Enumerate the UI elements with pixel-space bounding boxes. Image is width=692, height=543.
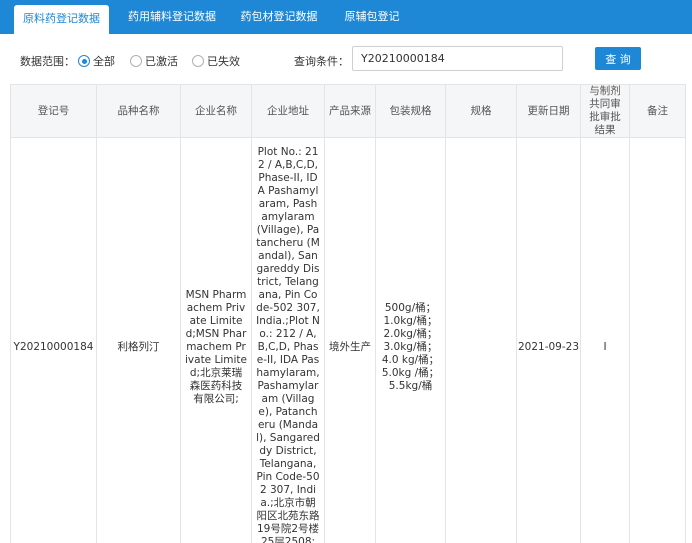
cell-name: 利格列汀 bbox=[96, 137, 181, 543]
tab-bar: 原料药登记数据 药用辅料登记数据 药包材登记数据 原辅包登记 bbox=[0, 0, 692, 34]
radio-expired[interactable]: 已失效 bbox=[192, 53, 240, 69]
scope-label: 数据范围： bbox=[20, 55, 75, 68]
cell-source: 境外生产 bbox=[324, 137, 376, 543]
radio-active-label: 已激活 bbox=[145, 55, 178, 68]
cell-address: Plot No.: 212 / A,B,C,D, Phase-II, IDA P… bbox=[251, 137, 325, 543]
table-header-row: 登记号 品种名称 企业名称 企业地址 产品来源 包装规格 规格 更新日期 与制剂… bbox=[10, 84, 686, 138]
radio-active[interactable]: 已激活 bbox=[130, 53, 178, 69]
header-spec: 规格 bbox=[445, 84, 517, 138]
cell-company: MSN Pharmachem Private Limited;MSN Pharm… bbox=[180, 137, 252, 543]
header-company: 企业名称 bbox=[180, 84, 252, 138]
tab-api-registration[interactable]: 原料药登记数据 bbox=[14, 5, 109, 34]
radio-all-label: 全部 bbox=[93, 55, 115, 68]
radio-unchecked-icon bbox=[130, 55, 142, 67]
header-note: 备注 bbox=[629, 84, 686, 138]
header-date: 更新日期 bbox=[516, 84, 581, 138]
radio-all[interactable]: 全部 bbox=[78, 53, 115, 69]
header-reg-no: 登记号 bbox=[10, 84, 97, 138]
header-address: 企业地址 bbox=[251, 84, 325, 138]
radio-checked-icon bbox=[78, 55, 90, 67]
cell-packing: 500g/桶；1.0kg/桶；2.0kg/桶；3.0kg/桶；4.0 kg/桶；… bbox=[375, 137, 446, 543]
cell-date: 2021-09-23 bbox=[516, 137, 581, 543]
results-table: 登记号 品种名称 企业名称 企业地址 产品来源 包装规格 规格 更新日期 与制剂… bbox=[10, 84, 686, 543]
header-name: 品种名称 bbox=[96, 84, 181, 138]
radio-unchecked-icon bbox=[192, 55, 204, 67]
query-label: 查询条件： bbox=[294, 55, 349, 68]
filter-row: 数据范围： 全部 已激活 已失效 查询条件： 查 询 bbox=[0, 34, 692, 84]
cell-reg-no: Y20210000184 bbox=[10, 137, 97, 543]
cell-note bbox=[629, 137, 686, 543]
tab-combined-registration[interactable]: 原辅包登记 bbox=[330, 0, 414, 34]
radio-expired-label: 已失效 bbox=[207, 55, 240, 68]
cell-result: I bbox=[580, 137, 630, 543]
header-packing: 包装规格 bbox=[375, 84, 446, 138]
query-button[interactable]: 查 询 bbox=[595, 47, 641, 70]
query-input[interactable] bbox=[352, 46, 563, 71]
table-row: Y20210000184 利格列汀 MSN Pharmachem Private… bbox=[10, 137, 686, 543]
header-joint-review-result: 与制剂共同审批审批结果 bbox=[580, 84, 630, 138]
tab-packaging-registration[interactable]: 药包材登记数据 bbox=[232, 0, 326, 34]
tab-excipient-registration[interactable]: 药用辅料登记数据 bbox=[114, 0, 230, 34]
header-source: 产品来源 bbox=[324, 84, 376, 138]
cell-spec bbox=[445, 137, 517, 543]
